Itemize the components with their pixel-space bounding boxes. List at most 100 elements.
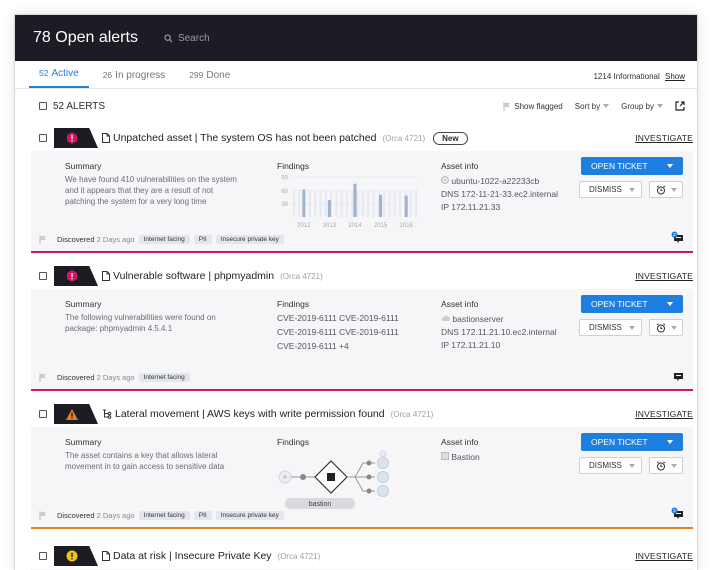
summary-line: We have found 410 vulnerabilities on the… <box>65 175 237 184</box>
asset-hostname: Bastion <box>451 452 480 462</box>
tab-count: 26 <box>102 70 113 80</box>
show-flagged-label: Show flagged <box>514 101 563 111</box>
target-node[interactable] <box>377 471 389 483</box>
tag: Internet facing <box>138 372 190 382</box>
severity-badge <box>54 546 98 566</box>
target-node[interactable] <box>377 485 389 497</box>
tag: PII <box>193 234 212 244</box>
alert-footer: Discovered 2 Days ago Internet facing <box>31 367 693 387</box>
alert-checkbox[interactable] <box>39 410 47 418</box>
bar <box>404 195 408 217</box>
alert-header: Unpatched asset | The system OS has not … <box>31 125 693 151</box>
alarm-clock-icon <box>656 184 666 194</box>
alert-card: Data at risk | Insecure Private Key (Orc… <box>31 543 693 570</box>
linux-icon <box>441 176 449 184</box>
alert-footer: Discovered 2 Days ago Internet facing PI… <box>31 505 693 525</box>
cloud-icon <box>441 315 450 321</box>
tab-label: Active <box>51 68 79 79</box>
select-all-checkbox[interactable] <box>39 102 47 110</box>
chevron-down-icon <box>671 188 677 192</box>
app-window: 78 Open alerts Search 52 Active 26 In prog… <box>14 14 698 570</box>
group-by-dropdown[interactable]: Group by <box>621 102 663 111</box>
asset-hostname: bastionserver <box>452 314 504 324</box>
show-flagged-button[interactable]: Show flagged <box>503 101 563 111</box>
alert-checkbox[interactable] <box>39 134 47 142</box>
asset-hostname-row: bastionserver <box>441 313 557 326</box>
snooze-dropdown[interactable] <box>649 319 683 336</box>
new-badge: New <box>433 131 468 145</box>
alert-checkbox[interactable] <box>39 272 47 280</box>
summary-heading: Summary <box>65 437 102 447</box>
chevron-down-icon <box>671 326 677 330</box>
chat-icon: 2 <box>671 231 683 243</box>
chevron-down-icon <box>667 302 673 306</box>
summary-line: movement in to gain access to sensitive … <box>65 462 225 471</box>
alert-title[interactable]: Data at risk | Insecure Private Key <box>113 550 272 562</box>
search-icon <box>164 33 173 42</box>
snooze-dropdown[interactable] <box>649 457 683 474</box>
server-icon <box>441 452 449 460</box>
tab-done[interactable]: 299 Done <box>179 70 240 88</box>
search-input[interactable]: Search <box>164 33 210 44</box>
open-ticket-button[interactable]: OPEN TICKET <box>581 295 683 313</box>
dismiss-dropdown[interactable]: DISMISS <box>579 319 642 336</box>
tab-active[interactable]: 52 Active <box>29 68 89 88</box>
investigate-link[interactable]: INVESTIGATE <box>635 409 693 419</box>
network-icon <box>103 409 112 419</box>
investigate-link[interactable]: INVESTIGATE <box>635 271 693 281</box>
alert-title[interactable]: Vulnerable software | phpmyadmin <box>113 270 274 282</box>
summary-text: We have found 410 vulnerabilities on the… <box>65 174 237 207</box>
severity-badge <box>54 266 98 286</box>
cve-row[interactable]: CVE-2019-6111 +4 <box>277 339 399 353</box>
chevron-down-icon <box>629 188 635 192</box>
discovered-time: 2 Days ago <box>96 234 135 244</box>
cve-row[interactable]: CVE-2019-6111 CVE-2019-6111 <box>277 311 399 325</box>
exclamation-circle-icon <box>66 550 78 562</box>
comments-button[interactable]: 2 <box>671 507 685 523</box>
flag-icon[interactable] <box>39 372 47 382</box>
investigate-link[interactable]: INVESTIGATE <box>635 133 693 143</box>
alert-body: Summary The asset contains a key that al… <box>31 427 693 511</box>
severity-bar-high <box>31 251 693 253</box>
summary-text: The asset contains a key that allows lat… <box>65 450 224 472</box>
chevron-down-icon <box>667 164 673 168</box>
tag: Insecure private key <box>215 234 284 244</box>
investigate-link[interactable]: INVESTIGATE <box>635 551 693 561</box>
alert-header: Vulnerable software | phpmyadmin (Orca 4… <box>31 263 693 289</box>
asset-info: bastionserver DNS 172.11.21.10.ec2.inter… <box>441 313 557 352</box>
snooze-dropdown[interactable] <box>649 181 683 198</box>
discovered-time: 2 Days ago <box>96 510 135 520</box>
search-placeholder: Search <box>177 32 210 44</box>
dismiss-label: DISMISS <box>589 461 622 470</box>
alert-title[interactable]: Lateral movement | AWS keys with write p… <box>115 408 385 420</box>
alert-id: (Orca 4721) <box>277 551 321 561</box>
export-button[interactable] <box>675 101 685 111</box>
dismiss-dropdown[interactable]: DISMISS <box>579 181 642 198</box>
summary-line: The asset contains a key that allows lat… <box>65 451 218 460</box>
comments-button[interactable] <box>671 369 685 385</box>
list-header: 52 ALERTS Show flagged Sort by Group by <box>15 89 697 123</box>
chevron-down-icon <box>671 464 677 468</box>
tag: Internet facing <box>138 510 190 520</box>
alert-title[interactable]: Unpatched asset | The system OS has not … <box>113 132 376 144</box>
severity-badge <box>54 128 98 148</box>
asset-info-heading: Asset info <box>441 161 479 171</box>
alarm-clock-icon <box>656 460 666 470</box>
open-ticket-button[interactable]: OPEN TICKET <box>581 433 683 451</box>
comments-button[interactable]: 2 <box>671 231 685 247</box>
cve-row[interactable]: CVE-2019-6111 CVE-2019-6111 <box>277 325 399 339</box>
tab-in-progress[interactable]: 26 In progress <box>93 70 176 88</box>
show-informational-link[interactable]: Show <box>665 72 685 81</box>
alert-checkbox[interactable] <box>39 552 47 560</box>
target-node[interactable] <box>377 457 389 469</box>
dismiss-dropdown[interactable]: DISMISS <box>579 457 642 474</box>
chevron-down-icon <box>629 464 635 468</box>
bar <box>327 200 331 217</box>
flag-icon[interactable] <box>39 234 47 244</box>
edge <box>354 462 375 492</box>
document-icon <box>102 551 110 561</box>
alert-header: Data at risk | Insecure Private Key (Orc… <box>31 543 693 569</box>
sort-by-dropdown[interactable]: Sort by <box>575 102 610 111</box>
open-ticket-button[interactable]: OPEN TICKET <box>581 157 683 175</box>
flag-icon[interactable] <box>39 510 47 520</box>
